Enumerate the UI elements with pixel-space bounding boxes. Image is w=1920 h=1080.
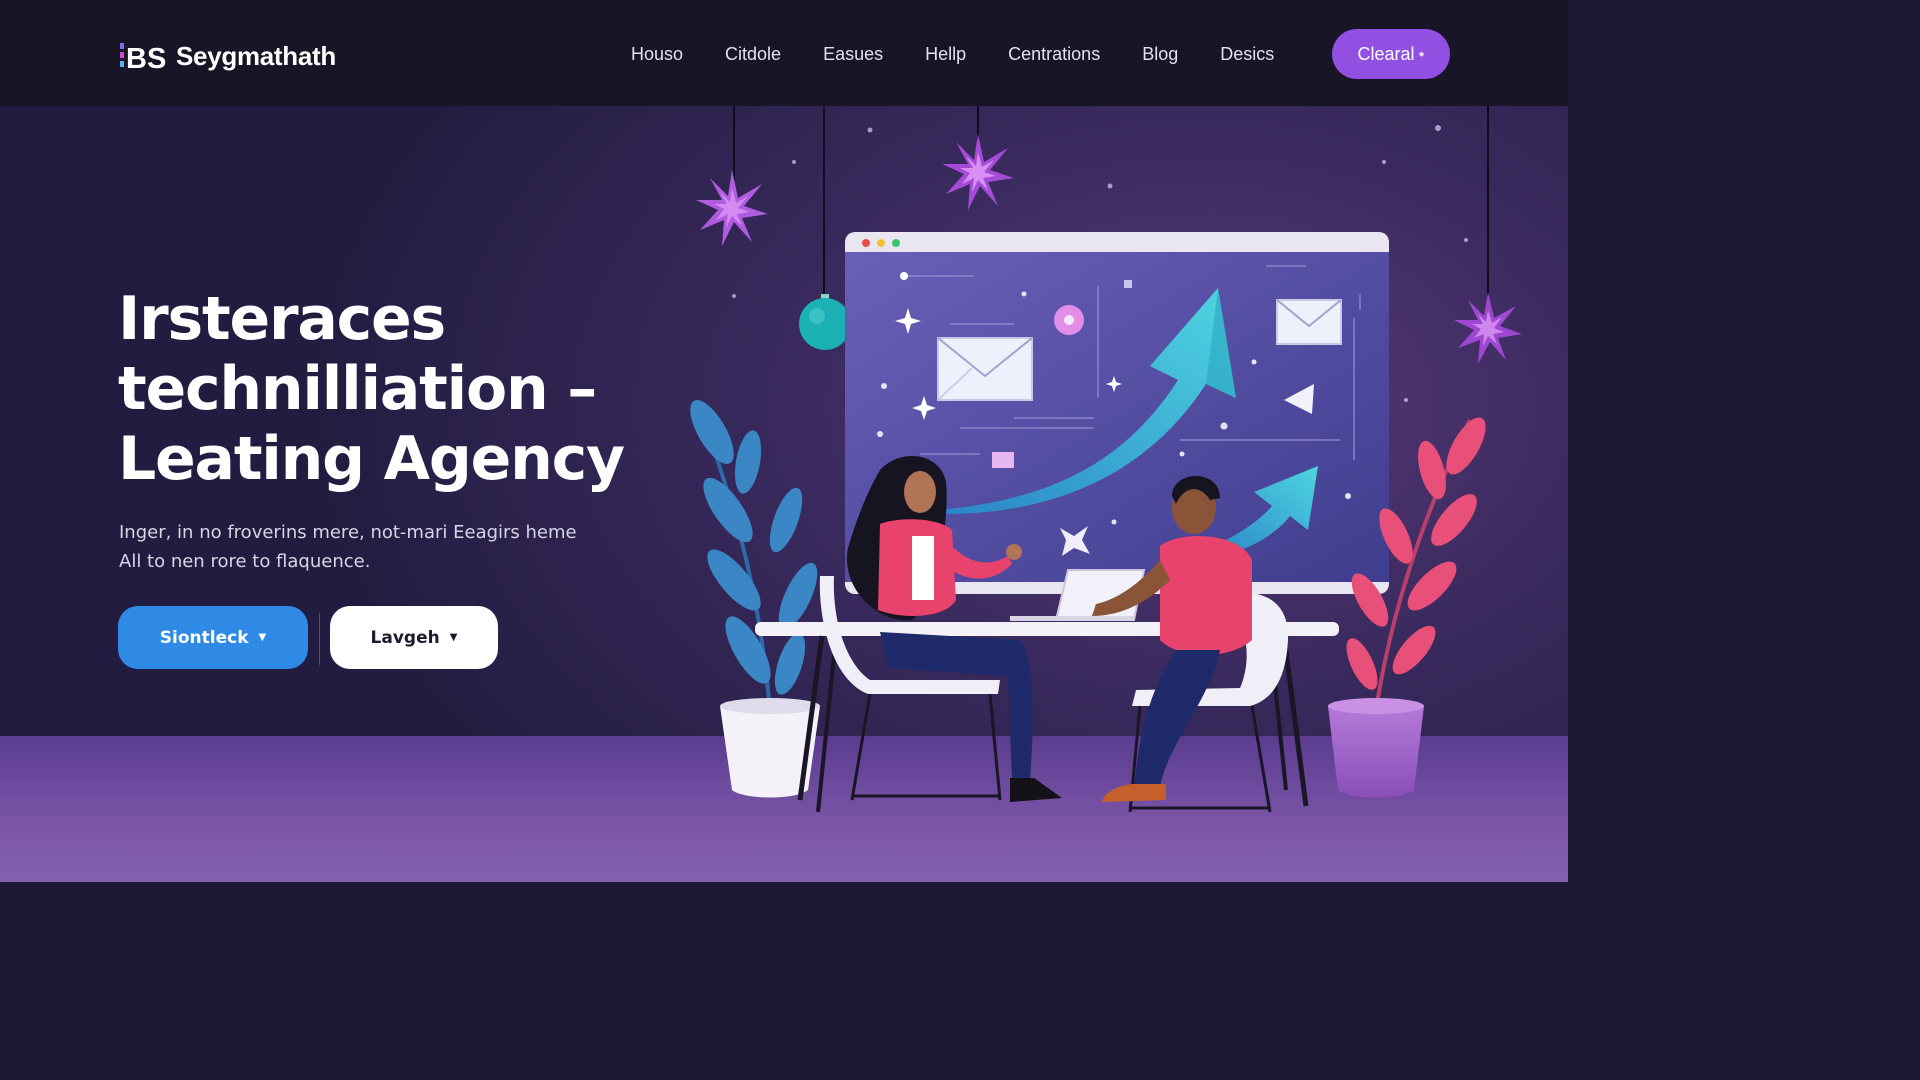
headline-line-1: Irsteraces [118,284,446,354]
svg-text:BS: BS [126,43,166,71]
logo-mark-icon: BS [120,41,172,71]
subtext-line-2: All to nen rore to flaquence. [119,551,371,572]
primary-dropdown-button[interactable]: Siontleck ▼ [118,606,308,669]
floor-band [0,736,1568,882]
cta-label: Clearal [1357,43,1415,64]
secondary-dropdown-button[interactable]: Lavgeh ▼ [330,606,498,669]
nav-item-hellp[interactable]: Hellp [904,44,987,65]
hero-headline: Irsteraces technilliation – Leating Agen… [118,284,678,494]
subtext-line-1: Inger, in no froverins mere, not-mari Ee… [119,522,577,543]
nav-item-centrations[interactable]: Centrations [987,44,1121,65]
nav-item-citdole[interactable]: Citdole [704,44,802,65]
chevron-down-icon: ▼ [258,632,267,643]
primary-button-label: Siontleck [159,627,249,648]
nav-item-desics[interactable]: Desics [1199,44,1295,65]
site-header: BS Seygmathath Houso Citdole Easues Hell… [0,0,1568,106]
brand-name: Seygmathath [176,40,336,71]
nav-item-blog[interactable]: Blog [1121,44,1199,65]
chevron-down-icon: ▼ [449,632,458,643]
headline-line-2: technilliation – [118,354,597,424]
button-divider [319,613,320,665]
secondary-button-label: Lavgeh [370,627,440,648]
nav-item-houso[interactable]: Houso [610,44,704,65]
brand-logo[interactable]: BS Seygmathath [120,40,336,72]
hero-subtext: Inger, in no froverins mere, not-mari Ee… [119,518,639,576]
headline-line-3: Leating Agency [118,424,625,494]
main-nav: Houso Citdole Easues Hellp Centrations B… [610,34,1295,74]
dot-icon: ● [1418,48,1425,60]
header-cta-button[interactable]: Clearal ● [1332,29,1450,79]
nav-item-easues[interactable]: Easues [802,44,904,65]
